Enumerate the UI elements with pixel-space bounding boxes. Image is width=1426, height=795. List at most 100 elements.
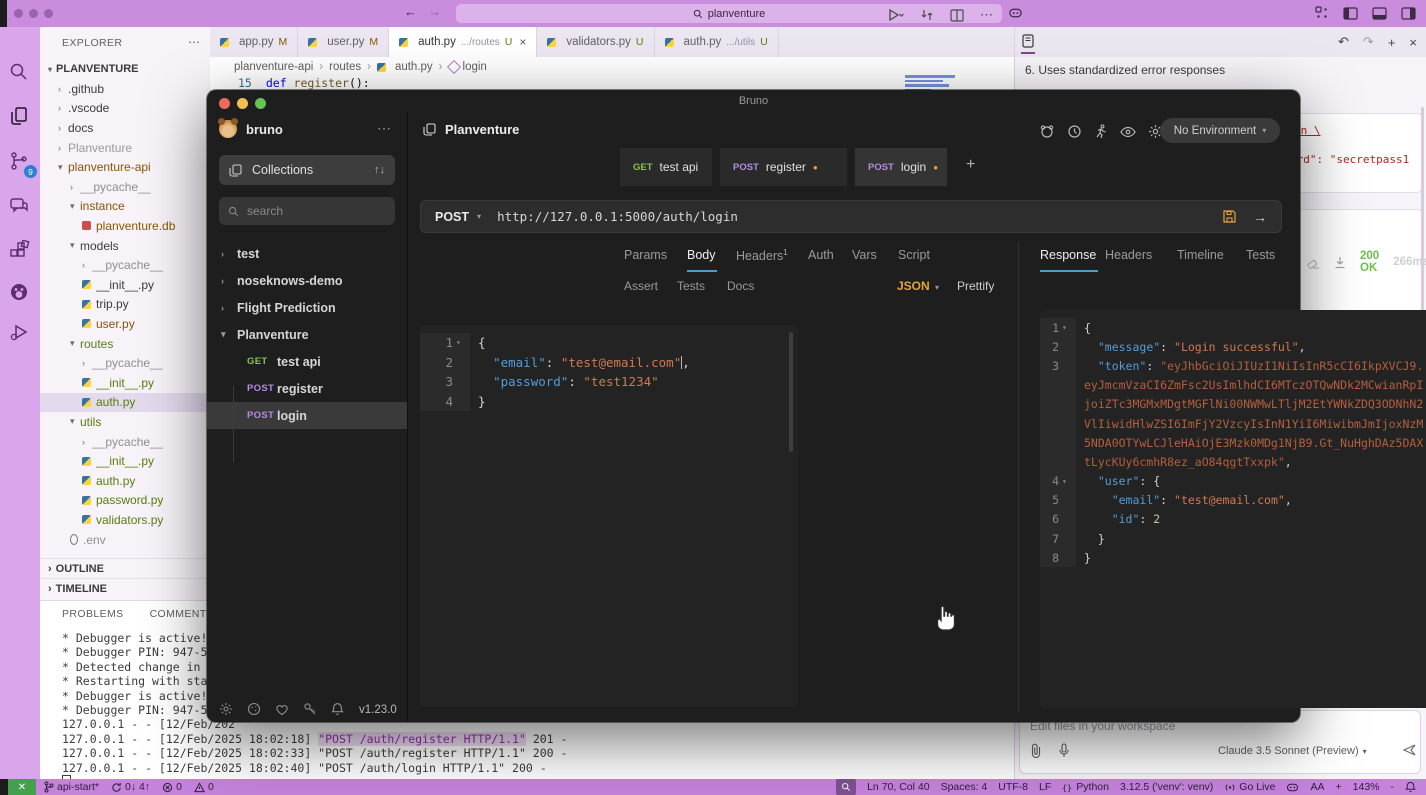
response-pane-tab-headers[interactable]: Headers bbox=[1105, 248, 1152, 262]
request-tab-test-api[interactable]: GET test api bbox=[620, 148, 712, 186]
method-selector[interactable]: POST bbox=[435, 210, 469, 224]
status-item-0[interactable]: 0 bbox=[162, 781, 182, 793]
toggle-sidebar-icon[interactable] bbox=[1343, 6, 1358, 20]
bruno-close-button[interactable] bbox=[219, 98, 230, 109]
explorer-icon[interactable] bbox=[8, 105, 32, 129]
customize-layout-icon[interactable] bbox=[1315, 6, 1329, 20]
collection-item-flight-prediction[interactable]: › Flight Prediction bbox=[207, 294, 407, 321]
forward-button[interactable]: → bbox=[428, 4, 441, 19]
save-icon[interactable] bbox=[1222, 209, 1237, 224]
request-pane-tab-docs[interactable]: Docs bbox=[727, 279, 754, 293]
settings-icon[interactable] bbox=[219, 702, 233, 716]
collection-item-noseknows-demo[interactable]: › noseknows-demo bbox=[207, 267, 407, 294]
url-input[interactable]: http://127.0.0.1:5000/auth/login bbox=[497, 209, 738, 224]
breadcrumb-item-auth-py[interactable]: auth.py bbox=[376, 61, 433, 73]
run-debug-icon[interactable] bbox=[8, 321, 32, 345]
back-button[interactable]: ← bbox=[404, 4, 417, 19]
status-item-lf[interactable]: LF bbox=[1039, 781, 1051, 793]
collection-item-test-api[interactable]: GET test api bbox=[207, 348, 407, 375]
github-icon[interactable] bbox=[8, 281, 32, 305]
explorer-root-folder[interactable]: ▾ PLANVENTURE bbox=[48, 63, 139, 75]
key-icon[interactable] bbox=[303, 702, 317, 716]
close-icon[interactable]: × bbox=[1409, 35, 1417, 50]
copilot-icon[interactable] bbox=[1008, 6, 1023, 20]
tab-auth-py[interactable]: auth.py .../routes U × bbox=[389, 27, 538, 57]
toggle-secondary-sidebar-icon[interactable] bbox=[1401, 6, 1416, 20]
response-pane-tab-response[interactable]: Response bbox=[1040, 248, 1096, 262]
new-request-tab-button[interactable]: + bbox=[966, 156, 975, 174]
history-icon[interactable] bbox=[1067, 124, 1082, 139]
response-pane-tab-timeline[interactable]: Timeline bbox=[1177, 248, 1224, 262]
collection-item-planventure[interactable]: ▾ Planventure bbox=[207, 321, 407, 348]
bruno-minimize-button[interactable] bbox=[237, 98, 248, 109]
explorer-more-icon[interactable]: ⋯ bbox=[188, 35, 200, 49]
request-pane-tab-headers[interactable]: Headers1 bbox=[736, 248, 788, 263]
macos-zoom-button[interactable] bbox=[44, 9, 53, 18]
extensions-icon[interactable] bbox=[8, 240, 32, 264]
collection-item-login[interactable]: POST login bbox=[207, 402, 407, 429]
status-item-3-12-5-venv-venv-[interactable]: 3.12.5 ('venv': venv) bbox=[1120, 781, 1213, 793]
status-item-utf-8[interactable]: UTF-8 bbox=[998, 781, 1028, 793]
bruno-sidebar-menu-icon[interactable]: ⋯ bbox=[377, 120, 392, 137]
send-request-icon[interactable]: → bbox=[1253, 209, 1267, 225]
status-item-python[interactable]: {} Python bbox=[1062, 781, 1109, 793]
heart-icon[interactable] bbox=[275, 703, 289, 716]
collection-search-input[interactable]: search bbox=[219, 197, 395, 225]
status-item[interactable] bbox=[836, 779, 857, 795]
request-tab-register[interactable]: POST register ● bbox=[720, 148, 847, 186]
microphone-icon[interactable] bbox=[1058, 743, 1070, 758]
tree-item-planventure-api[interactable]: ▾planventure-api• bbox=[40, 157, 227, 177]
panel-tab-comments[interactable]: COMMENTS bbox=[150, 608, 214, 620]
tab-auth-py[interactable]: auth.py .../utils U bbox=[654, 27, 779, 57]
request-pane-tab-auth[interactable]: Auth bbox=[808, 248, 834, 262]
breadcrumb-item-login[interactable]: login bbox=[446, 59, 487, 75]
tab-validators-py[interactable]: validators.py U bbox=[537, 27, 655, 57]
macos-close-button[interactable] bbox=[14, 9, 23, 18]
macos-minimize-button[interactable] bbox=[29, 9, 38, 18]
environment-selector[interactable]: No Environment ▾ bbox=[1160, 118, 1280, 143]
bruno-zoom-button[interactable] bbox=[255, 98, 266, 109]
breadcrumb-item-routes[interactable]: routes bbox=[329, 61, 361, 73]
request-pane-tab-assert[interactable]: Assert bbox=[624, 279, 658, 293]
remote-indicator[interactable]: ✕ bbox=[8, 779, 36, 795]
new-chat-icon[interactable]: + bbox=[1388, 35, 1396, 50]
tab-user-py[interactable]: user.py M bbox=[298, 27, 390, 57]
url-bar[interactable]: POST ▾ http://127.0.0.1:5000/auth/login … bbox=[420, 200, 1282, 233]
undo-icon[interactable]: ↶ bbox=[1338, 34, 1349, 50]
chat-tab-icon[interactable] bbox=[1021, 34, 1035, 54]
status-item-ln-70-col-40[interactable]: Ln 70, Col 40 bbox=[867, 781, 929, 793]
body-format-selector[interactable]: JSON bbox=[897, 279, 930, 293]
status-item-aa[interactable]: AA bbox=[1310, 781, 1324, 793]
request-pane-tab-body[interactable]: Body bbox=[687, 248, 716, 262]
run-button[interactable] bbox=[888, 8, 904, 22]
request-editor-scrollbar[interactable] bbox=[789, 332, 793, 452]
tree-item--vscode[interactable]: › .vscode bbox=[40, 99, 227, 119]
chat-icon[interactable] bbox=[8, 195, 32, 219]
status-item--[interactable]: + bbox=[1336, 781, 1342, 793]
status-item-0-4-[interactable]: 0↓ 4↑ bbox=[111, 781, 150, 793]
more-actions-icon[interactable]: ⋯ bbox=[980, 7, 993, 23]
status-item-0[interactable]: 0 bbox=[194, 781, 214, 793]
collections-button[interactable]: Collections ↑↓ bbox=[219, 155, 395, 185]
open-changes-icon[interactable] bbox=[920, 8, 934, 22]
status-item[interactable] bbox=[1286, 782, 1299, 793]
cookie-icon[interactable] bbox=[247, 702, 261, 716]
breadcrumb-item-planventure-api[interactable]: planventure-api bbox=[234, 61, 313, 73]
download-response-icon[interactable] bbox=[1334, 256, 1346, 269]
source-control-icon[interactable]: 9 bbox=[8, 150, 37, 178]
sidebar-section-outline[interactable]: › OUTLINE bbox=[40, 558, 209, 578]
tree-item--github[interactable]: › .github bbox=[40, 79, 227, 99]
collection-item-register[interactable]: POST register bbox=[207, 375, 407, 402]
sidebar-section-timeline[interactable]: › TIMELINE bbox=[40, 578, 209, 598]
response-pane-tab-tests[interactable]: Tests bbox=[1246, 248, 1275, 262]
request-pane-tab-tests[interactable]: Tests bbox=[677, 279, 705, 293]
tab-app-py[interactable]: app.py M bbox=[210, 27, 299, 57]
status-item-143-[interactable]: 143% bbox=[1353, 781, 1380, 793]
pane-divider[interactable] bbox=[1018, 242, 1019, 712]
status-item[interactable] bbox=[1405, 781, 1416, 793]
model-picker[interactable]: Claude 3.5 Sonnet (Preview) ▾ bbox=[1218, 745, 1367, 757]
request-tab-login[interactable]: POST login ● bbox=[855, 148, 947, 186]
status-item-api-start-[interactable]: api-start* bbox=[44, 781, 99, 793]
split-editor-icon[interactable] bbox=[950, 8, 964, 22]
request-body-editor[interactable]: 1 ▾{2 "email": "test@email.com", 3 "passwo… bbox=[420, 325, 798, 707]
